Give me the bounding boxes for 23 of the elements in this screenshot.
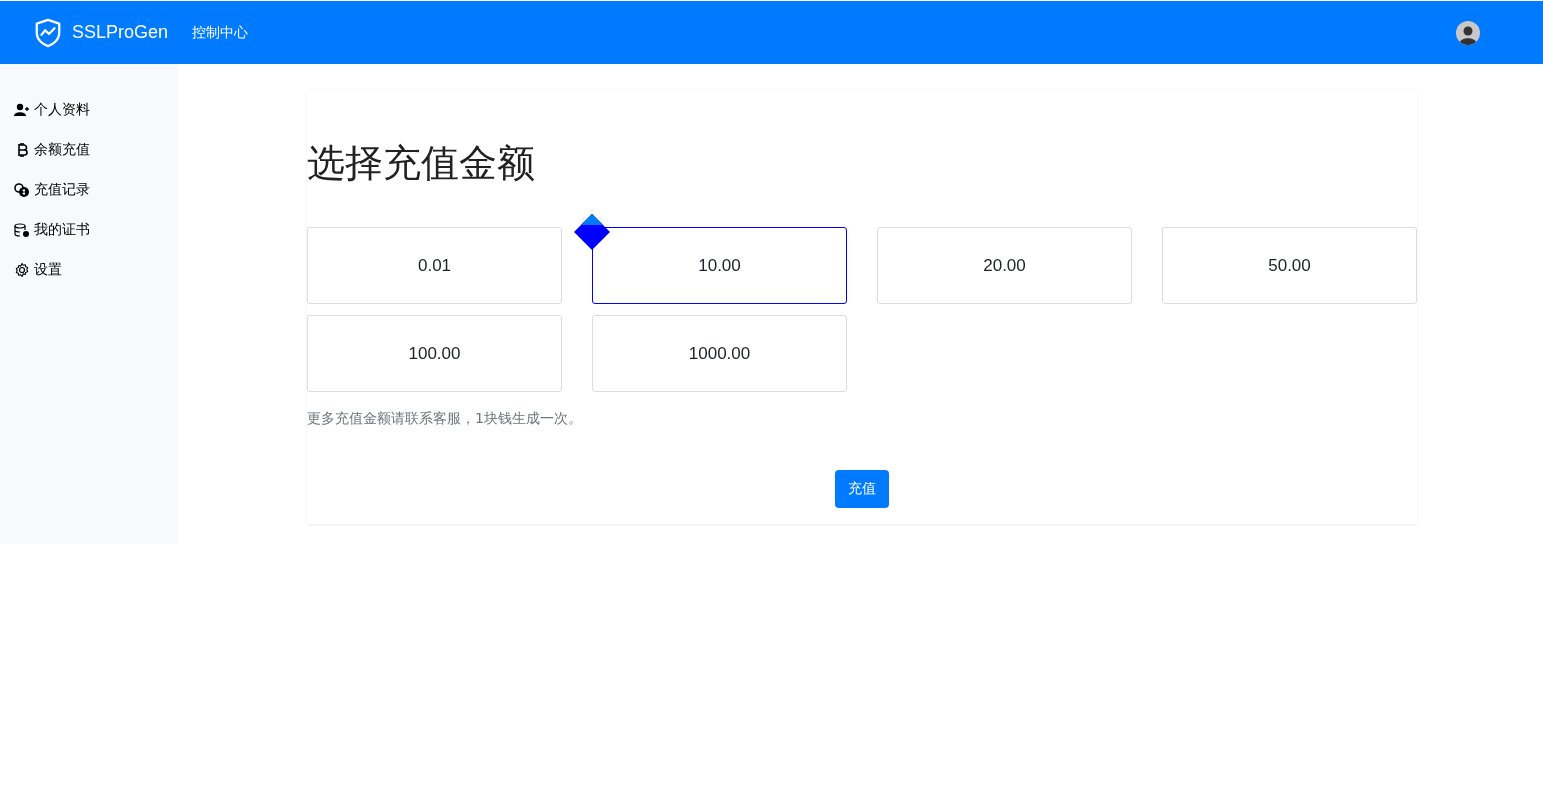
sidebar-item[interactable]: 余额充值: [0, 130, 178, 170]
amount-option[interactable]: 1000.00: [592, 315, 847, 392]
brand-link[interactable]: SSLProGen: [72, 22, 169, 43]
amount-option[interactable]: 10.00: [592, 227, 847, 304]
page-title: 选择充值金额: [307, 140, 536, 187]
amount-option[interactable]: 100.00: [307, 315, 562, 392]
amount-option[interactable]: 20.00: [877, 227, 1132, 304]
sidebar-item[interactable]: 我的证书: [0, 210, 178, 250]
amount-option[interactable]: 50.00: [1162, 227, 1417, 304]
nav-link[interactable]: 控制中心: [192, 23, 249, 42]
user-plus-icon: [14, 103, 30, 117]
shield-icon: [33, 16, 63, 49]
sidebar-item[interactable]: 个人资料: [0, 90, 178, 130]
amount-option[interactable]: 0.01: [307, 227, 562, 304]
avatar-icon[interactable]: [1456, 20, 1480, 45]
database-icon: [14, 223, 30, 237]
settings-icon: [14, 262, 30, 278]
hint-text: 更多充值金额请联系客服，1块钱生成一次。: [307, 410, 583, 428]
selected-marker-icon: [574, 214, 610, 250]
sidebar-item[interactable]: 设置: [0, 250, 178, 290]
sidebar-item[interactable]: 充值记录: [0, 170, 178, 210]
recharge-button[interactable]: 充值: [835, 470, 889, 508]
coins-icon: [14, 183, 30, 197]
